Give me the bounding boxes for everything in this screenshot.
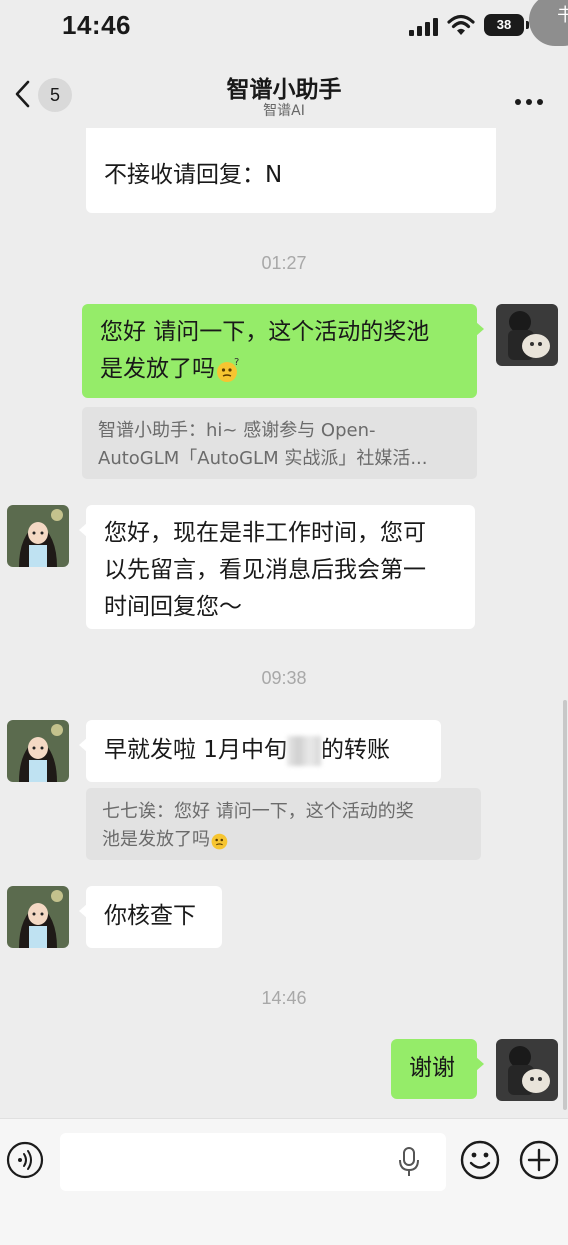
chat-title: 智谱小助手: [226, 77, 342, 103]
message-bubble-received[interactable]: 您好，现在是非工作时间，您可 以先留言，看见消息后我会第一 时间回复您～: [79, 505, 475, 629]
message-text-line: 您好，现在是非工作时间，您可: [104, 520, 426, 546]
message-text-part: 的转账: [320, 737, 390, 763]
avatar-contact[interactable]: [7, 720, 69, 782]
timestamp: 01:27: [261, 253, 307, 273]
message-bubble-sent[interactable]: 您好 请问一下，这个活动的奖池 是发放了吗?: [82, 304, 484, 398]
chat-message-list[interactable]: 不接收请回复：N 01:27 您好 请问一下，这个活动的奖池 是发放了吗? 智谱…: [0, 128, 568, 1118]
floating-assistant-button[interactable]: 书: [529, 0, 568, 46]
quoted-text-line: 七七诶：您好 请问一下，这个活动的奖: [102, 801, 414, 822]
message-bubble-received[interactable]: 不接收请回复：N: [86, 128, 496, 213]
voice-icon[interactable]: [6, 1141, 44, 1179]
wifi-icon: [447, 14, 475, 35]
thinking-emoji-icon: ?: [217, 357, 239, 382]
message-bubble-sent[interactable]: 谢谢: [391, 1039, 484, 1099]
plus-icon[interactable]: [518, 1139, 560, 1181]
message-bubble-received[interactable]: 你核查下: [79, 886, 222, 948]
avatar-self[interactable]: [496, 304, 558, 366]
status-time: 14:46: [62, 10, 131, 40]
quoted-text-line: 池是发放了吗: [102, 829, 210, 850]
message-text: 不接收请回复：N: [104, 162, 283, 188]
chat-scrollbar[interactable]: [563, 700, 567, 1110]
chat-subtitle: 智谱AI: [263, 103, 305, 119]
microphone-icon[interactable]: [398, 1147, 420, 1177]
quoted-text-line: AutoGLM「AutoGLM 实战派」社媒活...: [98, 448, 428, 469]
svg-text:?: ?: [234, 357, 239, 368]
message-text-line: 是发放了吗: [100, 356, 215, 382]
cellular-signal-icon: [409, 18, 438, 36]
quoted-message[interactable]: 七七诶：您好 请问一下，这个活动的奖 池是发放了吗: [86, 788, 481, 860]
battery-indicator: 38: [484, 14, 529, 36]
message-text-line: 时间回复您～: [104, 594, 242, 620]
timestamp: 09:38: [261, 668, 307, 688]
avatar-contact[interactable]: [7, 505, 69, 567]
status-bar: 14:46 38 书: [0, 0, 568, 52]
timestamp: 14:46: [261, 988, 307, 1008]
message-text: 你核查下: [104, 903, 196, 929]
quoted-text-line: 智谱小助手：hi~ 感谢参与 Open-: [98, 420, 376, 441]
input-bar: [0, 1118, 568, 1245]
message-text-line: 您好 请问一下，这个活动的奖池: [100, 319, 430, 345]
chat-header: 5 智谱小助手 智谱AI: [0, 52, 568, 128]
message-input[interactable]: [60, 1133, 446, 1191]
thinking-emoji-icon: [211, 833, 228, 850]
emoji-icon[interactable]: [459, 1139, 501, 1181]
message-text: 谢谢: [409, 1055, 455, 1081]
message-text-line: 以先留言，看见消息后我会第一: [104, 557, 426, 583]
avatar-contact[interactable]: [7, 886, 69, 948]
more-icon[interactable]: [515, 90, 549, 105]
message-text-part: 早就发啦 1月中旬: [104, 737, 287, 763]
message-bubble-received[interactable]: 早就发啦 1月中旬 的转账: [79, 720, 441, 782]
quoted-message[interactable]: 智谱小助手：hi~ 感谢参与 Open- AutoGLM「AutoGLM 实战派…: [82, 407, 477, 479]
redacted-text: [286, 735, 321, 766]
avatar-self[interactable]: [496, 1039, 558, 1101]
